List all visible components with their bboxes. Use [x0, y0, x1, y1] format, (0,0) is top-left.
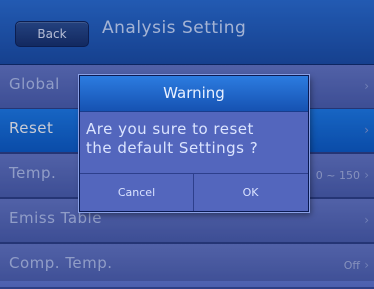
cancel-button[interactable]: Cancel: [80, 174, 194, 211]
ok-button[interactable]: OK: [194, 174, 307, 211]
dialog-title: Warning: [80, 76, 308, 112]
dialog-button-row: Cancel OK: [80, 173, 308, 211]
dialog-message-line: Are you sure to reset: [86, 120, 254, 138]
dialog-message-line: the default Settings ?: [86, 139, 259, 157]
warning-dialog: Warning Are you sure to reset the defaul…: [79, 75, 309, 212]
dialog-message: Are you sure to reset the default Settin…: [86, 120, 304, 158]
